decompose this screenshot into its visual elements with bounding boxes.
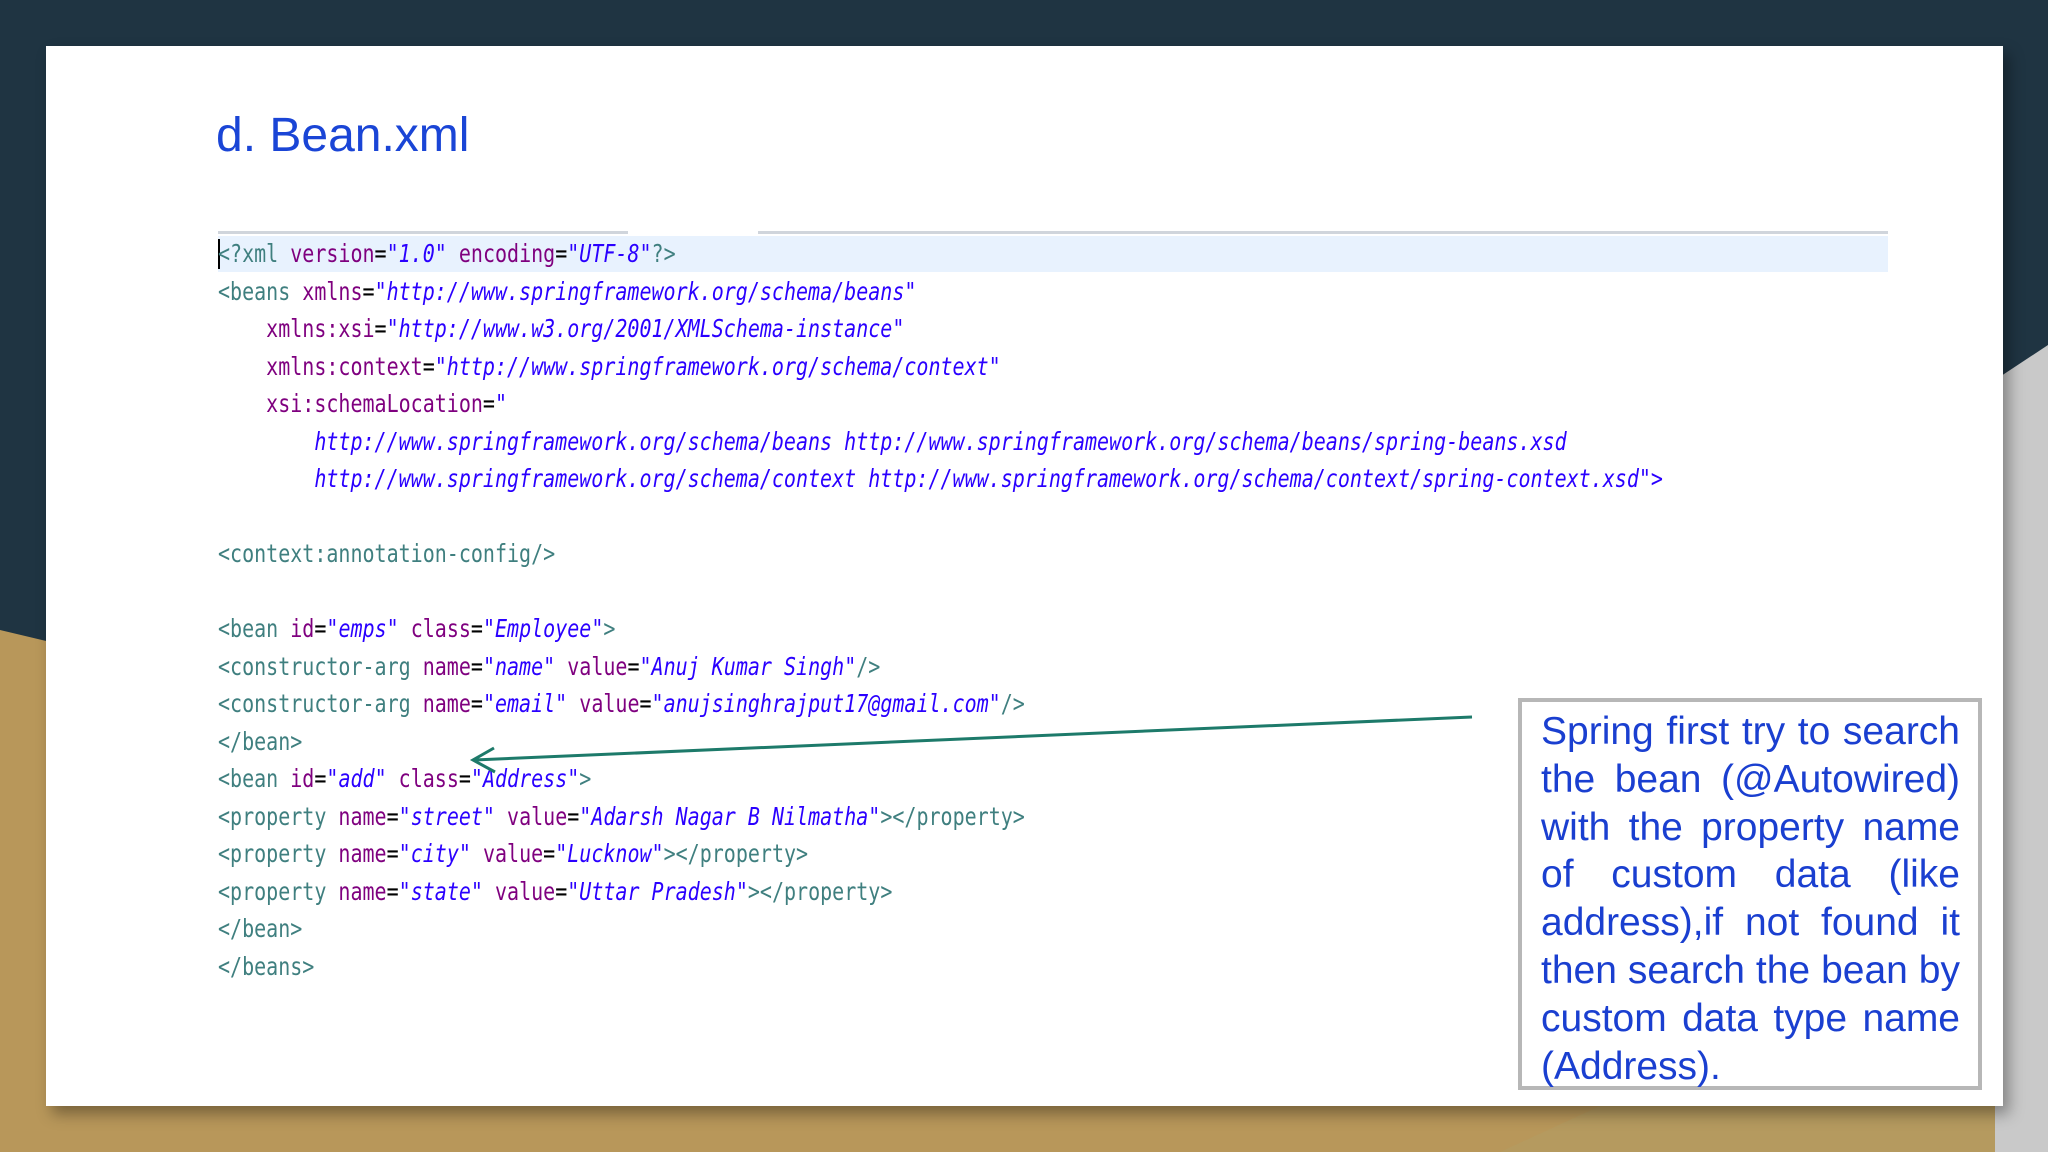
slide: d. Bean.xml <?xml version="1.0" encoding… [46,46,2003,1106]
callout-text: Spring first try to search the bean (@Au… [1541,710,1960,1088]
explanation-callout: Spring first try to search the bean (@Au… [1518,698,1982,1090]
